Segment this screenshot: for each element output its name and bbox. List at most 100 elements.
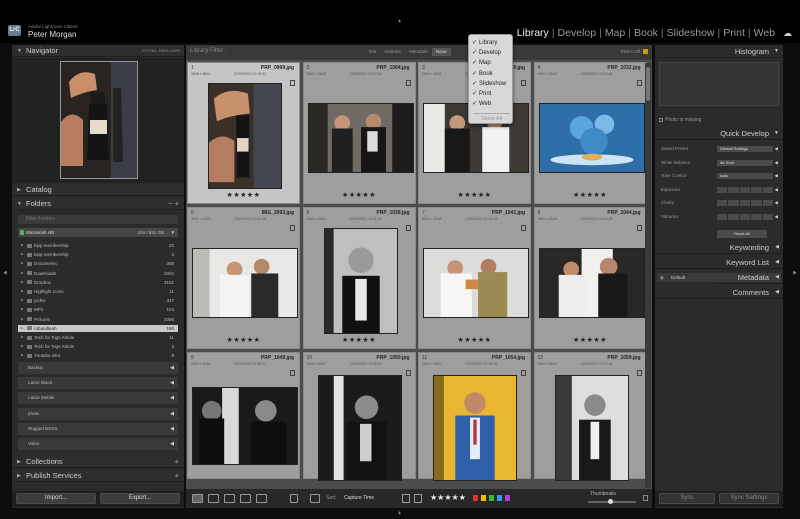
star-rating[interactable]: ★★★★★ bbox=[188, 191, 299, 199]
module-map[interactable]: Map bbox=[602, 27, 628, 39]
color-label-swatch[interactable] bbox=[473, 495, 478, 501]
survey-view-icon[interactable] bbox=[240, 494, 251, 503]
volume-row[interactable]: LaCie Mobile ◀ bbox=[18, 392, 178, 405]
menu-item[interactable]: ✓ Map bbox=[469, 58, 514, 68]
photo-thumbnail[interactable] bbox=[554, 375, 629, 481]
metadata-badge-icon[interactable] bbox=[290, 80, 295, 86]
volume-row[interactable]: LaCie Black ◀ bbox=[18, 377, 178, 390]
folder-row[interactable]: ▶ Documents 368 bbox=[18, 260, 178, 267]
expand-triangle-icon[interactable]: ▶ bbox=[21, 325, 24, 332]
thumbnail-cell[interactable]: 9 PRP_1049.jpg 5600 x 3648 22/09/2022 10:35… bbox=[187, 352, 300, 479]
filter-text[interactable]: Text bbox=[364, 48, 380, 56]
bottom-panel-toggle-icon[interactable]: ▲ bbox=[397, 510, 402, 516]
collapse-triangle-icon[interactable]: ▼ bbox=[17, 198, 22, 210]
module-slideshow[interactable]: Slideshow bbox=[664, 27, 718, 39]
add-folder-icon[interactable]: − + bbox=[168, 198, 179, 210]
expand-triangle-icon[interactable]: ▶ bbox=[21, 260, 24, 267]
photo-thumbnail[interactable] bbox=[307, 103, 414, 173]
thumbnail-cell[interactable]: 6 PRP_1038.jpg 3648 x 5600 22/09/2022 10:31… bbox=[302, 207, 416, 349]
volume-row[interactable]: Backup ◀ bbox=[18, 362, 178, 374]
export-button[interactable]: Export... bbox=[100, 493, 180, 504]
photo-thumbnail[interactable] bbox=[323, 228, 398, 334]
volume-macintosh-hd[interactable]: Macintosh HD 104 / 931 GB ▼ bbox=[18, 228, 178, 237]
expand-triangle-icon[interactable]: ▶ bbox=[21, 279, 24, 286]
filter-status[interactable]: Filters Off bbox=[621, 49, 648, 55]
collapse-triangle-icon[interactable]: ▼ bbox=[774, 45, 779, 58]
sort-direction-icon[interactable] bbox=[310, 494, 320, 503]
disclosure-triangle-icon[interactable]: ◀ bbox=[775, 186, 778, 194]
color-label-swatch[interactable] bbox=[497, 495, 502, 501]
collapse-triangle-icon[interactable]: ▼ bbox=[774, 127, 779, 140]
photo-thumbnail[interactable] bbox=[538, 103, 645, 173]
menu-item[interactable]: ✓ Library bbox=[469, 38, 514, 48]
grid-view-icon[interactable] bbox=[192, 494, 203, 503]
expand-triangle-icon[interactable]: ◀ bbox=[170, 392, 174, 404]
expand-triangle-icon[interactable]: ◀ bbox=[170, 377, 174, 389]
photo-thumbnail[interactable] bbox=[433, 375, 517, 481]
collapse-triangle-icon[interactable]: ▼ bbox=[17, 45, 22, 57]
expand-triangle-icon[interactable]: ▶ bbox=[21, 288, 24, 295]
folder-search-input[interactable]: Filter Folders bbox=[18, 215, 178, 224]
photo-thumbnail[interactable] bbox=[192, 248, 298, 318]
folder-row[interactable]: ▶ robandleah 190 bbox=[18, 324, 178, 332]
metadata-badge-icon[interactable] bbox=[521, 370, 526, 376]
metadata-badge-icon[interactable] bbox=[521, 225, 526, 231]
photo-thumbnail[interactable] bbox=[423, 248, 529, 318]
folder-row[interactable]: ▶ Pictures 2096 bbox=[18, 316, 178, 323]
volume-row[interactable]: Video ◀ bbox=[18, 438, 178, 450]
loupe-view-icon[interactable] bbox=[208, 494, 219, 503]
navigator-preview[interactable] bbox=[12, 58, 184, 183]
thumbnail-cell[interactable]: 12 PRP_1059.jpg 3648 x 5600 22/09/2022 10:3… bbox=[533, 352, 647, 481]
expand-triangle-icon[interactable]: ◀ bbox=[170, 408, 174, 420]
expand-triangle-icon[interactable]: ▶ bbox=[21, 242, 24, 249]
keyword-list-header[interactable]: Keyword List ◀ bbox=[655, 256, 783, 269]
navigator-header[interactable]: ▼ Navigator FIT FILL 100% 100% bbox=[12, 45, 184, 57]
menu-item[interactable]: ✓ Print bbox=[469, 89, 514, 99]
publish-services-header[interactable]: ▶ Publish Services + bbox=[12, 470, 184, 482]
menu-item[interactable]: ✓ Web bbox=[469, 99, 514, 109]
menu-item[interactable]: ✓ Slideshow bbox=[469, 79, 514, 89]
thumbnail-cell[interactable]: 5 IMG_2093.jpg 3000 x 4000 22/09/2022 10:31… bbox=[187, 207, 300, 349]
expand-triangle-icon[interactable]: ▶ bbox=[21, 316, 24, 323]
top-panel-toggle-icon[interactable]: ▲ bbox=[397, 18, 402, 24]
histogram-header[interactable]: Histogram ▼ bbox=[655, 45, 783, 58]
star-rating[interactable]: ★★★★★ bbox=[419, 336, 530, 344]
comments-header[interactable]: Comments ◀ bbox=[655, 286, 783, 299]
module-library[interactable]: Library bbox=[514, 27, 552, 39]
color-label-swatch[interactable] bbox=[505, 495, 510, 501]
people-view-icon[interactable] bbox=[256, 494, 267, 503]
metadata-badge-icon[interactable] bbox=[636, 225, 642, 231]
thumbnail-cell[interactable]: 11 PRP_1054.jpg 3648 x 5600 22/09/2022 10:3… bbox=[418, 352, 531, 481]
slider-knob[interactable] bbox=[608, 499, 613, 504]
expand-triangle-icon[interactable]: ▶ bbox=[21, 334, 24, 341]
star-rating[interactable]: ★★★★★ bbox=[535, 336, 646, 344]
folder-row[interactable]: ▶ Tech for Togs Article 11 bbox=[18, 334, 178, 341]
metadata-badge-icon[interactable] bbox=[636, 80, 642, 86]
expand-triangle-icon[interactable]: ◀ bbox=[775, 256, 779, 269]
reject-flag-icon[interactable] bbox=[414, 494, 422, 503]
rating-stars[interactable]: ★★★★★ bbox=[430, 493, 466, 502]
star-rating[interactable]: ★★★★★ bbox=[304, 191, 415, 199]
module-web[interactable]: Web bbox=[751, 27, 778, 39]
metadata-badge-icon[interactable] bbox=[405, 225, 411, 231]
navigator-zoom-options[interactable]: FIT FILL 100% 100% bbox=[142, 45, 180, 57]
metadata-badge-icon[interactable] bbox=[405, 80, 411, 86]
quick-develop-header[interactable]: Quick Develop ▼ bbox=[655, 127, 783, 140]
add-publish-service-icon[interactable]: + bbox=[175, 470, 179, 482]
qd-select[interactable]: As Shot bbox=[717, 159, 773, 166]
expand-triangle-icon[interactable]: ▶ bbox=[21, 352, 24, 359]
expand-triangle-icon[interactable]: ◀ bbox=[775, 241, 779, 254]
disclosure-triangle-icon[interactable]: ◀ bbox=[775, 172, 778, 180]
module-develop[interactable]: Develop bbox=[555, 27, 600, 39]
star-rating[interactable]: ★★★★★ bbox=[304, 336, 415, 344]
qd-stepper[interactable] bbox=[717, 213, 774, 220]
qd-select[interactable]: Default Settings bbox=[717, 146, 773, 152]
folder-row[interactable]: ▶ Dropbox 3181 bbox=[18, 279, 178, 286]
color-label-swatch[interactable] bbox=[481, 495, 486, 501]
folder-row[interactable]: ▶ Tech for Togs Article 3 bbox=[18, 343, 178, 350]
sync-settings-button[interactable]: Sync Settings bbox=[719, 493, 779, 504]
metadata-badge-icon[interactable] bbox=[405, 370, 411, 376]
folder-row[interactable]: ▶ Downloads 2004 bbox=[18, 270, 178, 277]
reset-all-button[interactable]: Reset All bbox=[717, 230, 767, 238]
qd-select[interactable]: Auto bbox=[717, 173, 773, 179]
